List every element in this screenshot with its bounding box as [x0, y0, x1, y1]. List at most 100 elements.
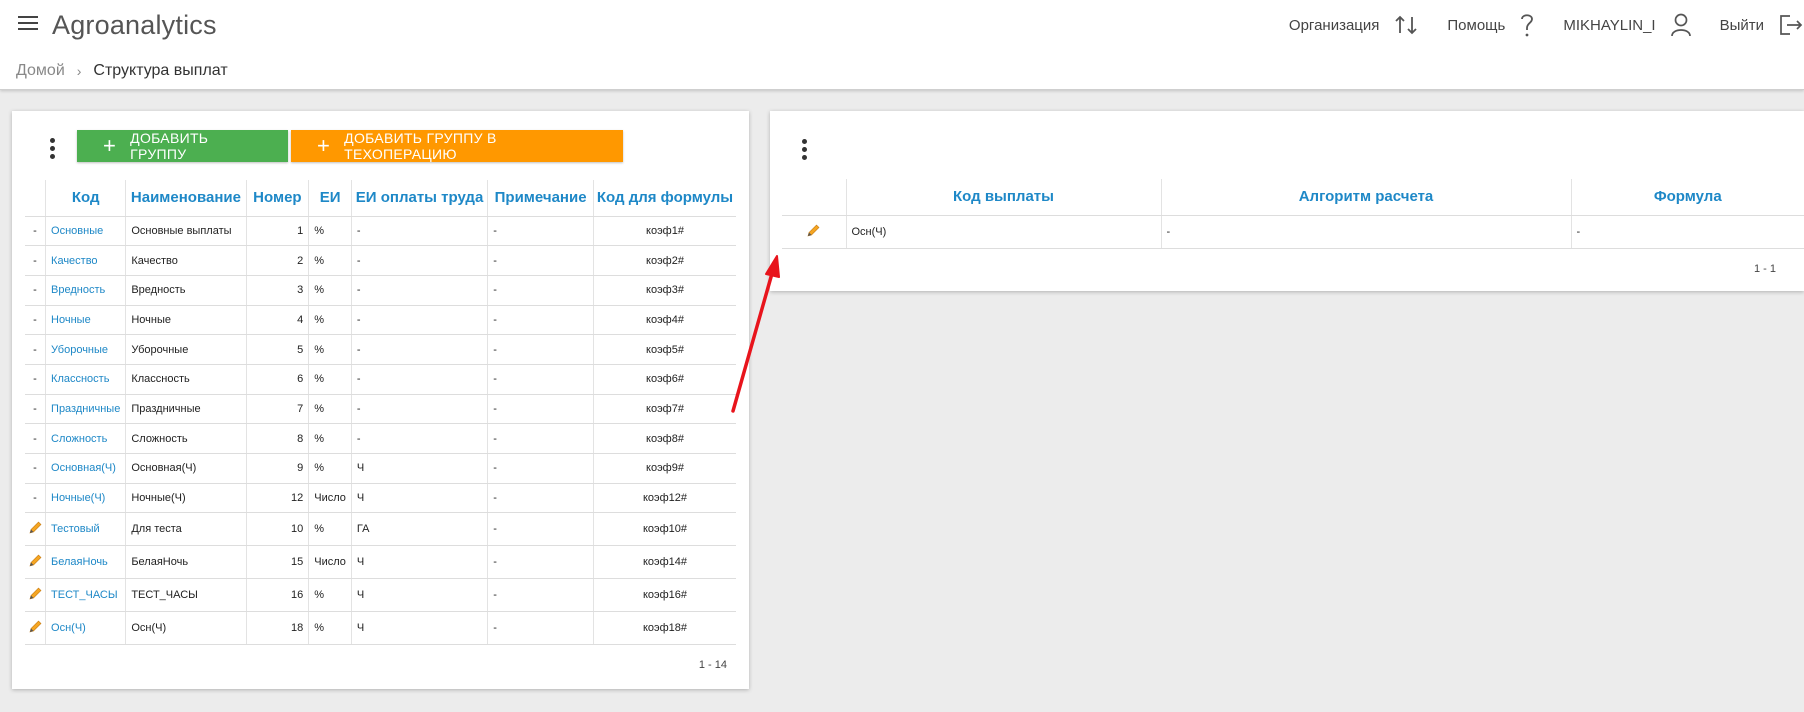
code-link[interactable]: Качество	[51, 255, 98, 267]
unit-cell: %	[308, 453, 352, 484]
note-cell: -	[487, 483, 594, 514]
name-cell: Качество	[125, 245, 247, 276]
code-cell: Осн(Ч)	[45, 611, 127, 646]
unit-cell: %	[308, 423, 352, 454]
column-header-payment-code[interactable]: Код выплаты	[846, 179, 1162, 216]
note-cell: -	[487, 512, 594, 547]
row-action-cell	[25, 578, 47, 613]
pencil-icon[interactable]	[28, 586, 43, 604]
pay-unit-cell: Ч	[351, 578, 489, 613]
algorithm-cell: -	[1161, 215, 1572, 249]
code-link[interactable]: Уборочные	[51, 344, 108, 356]
code-link[interactable]: Ночные	[51, 314, 91, 326]
name-cell: Вредность	[125, 275, 247, 306]
column-header-pay-unit[interactable]: ЕИ оплаты труда	[351, 180, 489, 217]
logout-button[interactable]: Выйти	[1720, 13, 1804, 37]
row-action-cell: -	[25, 305, 47, 336]
unit-cell: %	[308, 216, 352, 247]
formula-code-cell: коэф16#	[593, 578, 736, 613]
code-link[interactable]: Основные	[51, 225, 103, 237]
column-header-unit[interactable]: ЕИ	[308, 180, 352, 217]
formula-code-cell: коэф1#	[593, 216, 736, 247]
table-header-row: Код выплаты Алгоритм расчета Формула	[782, 179, 1804, 216]
code-link[interactable]: Осн(Ч)	[51, 622, 86, 634]
unit-cell: %	[308, 364, 352, 395]
code-link[interactable]: Праздничные	[51, 403, 120, 415]
formula-code-cell: коэф5#	[593, 334, 736, 365]
number-cell: 15	[246, 545, 310, 580]
unit-cell: %	[308, 611, 352, 646]
column-header-code[interactable]: Код	[45, 180, 127, 217]
pencil-icon[interactable]	[28, 619, 43, 637]
breadcrumb-home-link[interactable]: Домой	[16, 62, 65, 80]
table-row: - Сложность Сложность 8% - - коэф8#	[25, 423, 736, 454]
hamburger-menu-icon[interactable]	[18, 16, 38, 34]
kebab-menu-icon[interactable]	[796, 139, 812, 165]
number-cell: 6	[246, 364, 310, 395]
column-header-note[interactable]: Примечание	[487, 180, 594, 217]
column-header-action	[782, 179, 847, 216]
pencil-icon[interactable]	[28, 520, 43, 538]
formula-code-cell: коэф12#	[593, 483, 736, 514]
name-cell: ТЕСТ_ЧАСЫ	[125, 578, 247, 613]
app-title: Agroanalytics	[52, 10, 217, 40]
name-cell: Ночные	[125, 305, 247, 336]
row-action-cell	[782, 215, 847, 249]
code-link[interactable]: Тестовый	[51, 523, 100, 535]
row-action-cell	[25, 545, 47, 580]
user-button[interactable]: MIKHAYLIN_I	[1563, 13, 1691, 37]
code-cell: Ночные(Ч)	[45, 483, 127, 514]
name-cell: Уборочные	[125, 334, 247, 365]
kebab-menu-icon[interactable]	[44, 138, 60, 164]
pay-unit-cell: Ч	[351, 545, 489, 580]
code-cell: Основная(Ч)	[45, 453, 127, 484]
number-cell: 9	[246, 453, 310, 484]
column-header-algorithm[interactable]: Алгоритм расчета	[1161, 179, 1572, 216]
pay-unit-cell: Ч	[351, 483, 489, 514]
note-cell: -	[487, 578, 594, 613]
help-button[interactable]: Помощь	[1447, 12, 1535, 38]
add-group-techop-button[interactable]: + ДОБАВИТЬ ГРУППУ В ТЕХОПЕРАЦИЮ	[291, 130, 623, 162]
note-cell: -	[487, 334, 594, 365]
pay-unit-cell: -	[351, 423, 489, 454]
note-cell: -	[487, 364, 594, 395]
code-link[interactable]: Вредность	[51, 284, 105, 296]
code-link[interactable]: Классность	[51, 373, 109, 385]
note-cell: -	[487, 216, 594, 247]
chevron-right-icon: ›	[76, 63, 82, 79]
row-action-cell: -	[25, 216, 47, 247]
column-header-number[interactable]: Номер	[246, 180, 310, 217]
code-link[interactable]: БелаяНочь	[51, 556, 108, 568]
table-row: - Классность Классность 6% - - коэф6#	[25, 364, 736, 395]
pagination-info: 1 - 1	[1753, 263, 1776, 275]
column-header-formula-code[interactable]: Код для формулы	[593, 180, 736, 217]
unit-cell: %	[308, 394, 352, 425]
row-action-cell: -	[25, 423, 47, 454]
add-group-button[interactable]: + ДОБАВИТЬ ГРУППУ	[77, 130, 288, 162]
number-cell: 16	[246, 578, 310, 613]
table-row: Тестовый Для теста 10% ГА - коэф10#	[25, 512, 736, 547]
code-cell: Вредность	[45, 275, 127, 306]
code-link[interactable]: Основная(Ч)	[51, 462, 116, 474]
pencil-icon[interactable]	[28, 553, 43, 571]
name-cell: Осн(Ч)	[125, 611, 247, 646]
column-header-formula[interactable]: Формула	[1571, 179, 1804, 216]
code-link[interactable]: ТЕСТ_ЧАСЫ	[51, 589, 118, 601]
code-cell: Качество	[45, 245, 127, 276]
payment-groups-panel: + ДОБАВИТЬ ГРУППУ + ДОБАВИТЬ ГРУППУ В ТЕ…	[12, 111, 749, 689]
pencil-icon[interactable]	[806, 223, 821, 241]
number-cell: 5	[246, 334, 310, 365]
table-row: - Ночные(Ч) Ночные(Ч) 12 Число Ч - коэф12#	[25, 483, 736, 514]
code-link[interactable]: Сложность	[51, 433, 107, 445]
row-action-cell	[25, 512, 47, 547]
name-cell: Основная(Ч)	[125, 453, 247, 484]
organization-button[interactable]: Организация	[1289, 13, 1419, 37]
code-link[interactable]: Ночные(Ч)	[51, 492, 105, 504]
unit-cell: %	[308, 275, 352, 306]
note-cell: -	[487, 394, 594, 425]
number-cell: 1	[246, 216, 310, 247]
table-row: - Ночные Ночные 4% - - коэф4#	[25, 305, 736, 336]
column-header-name[interactable]: Наименование	[125, 180, 247, 217]
number-cell: 18	[246, 611, 310, 646]
note-cell: -	[487, 453, 594, 484]
